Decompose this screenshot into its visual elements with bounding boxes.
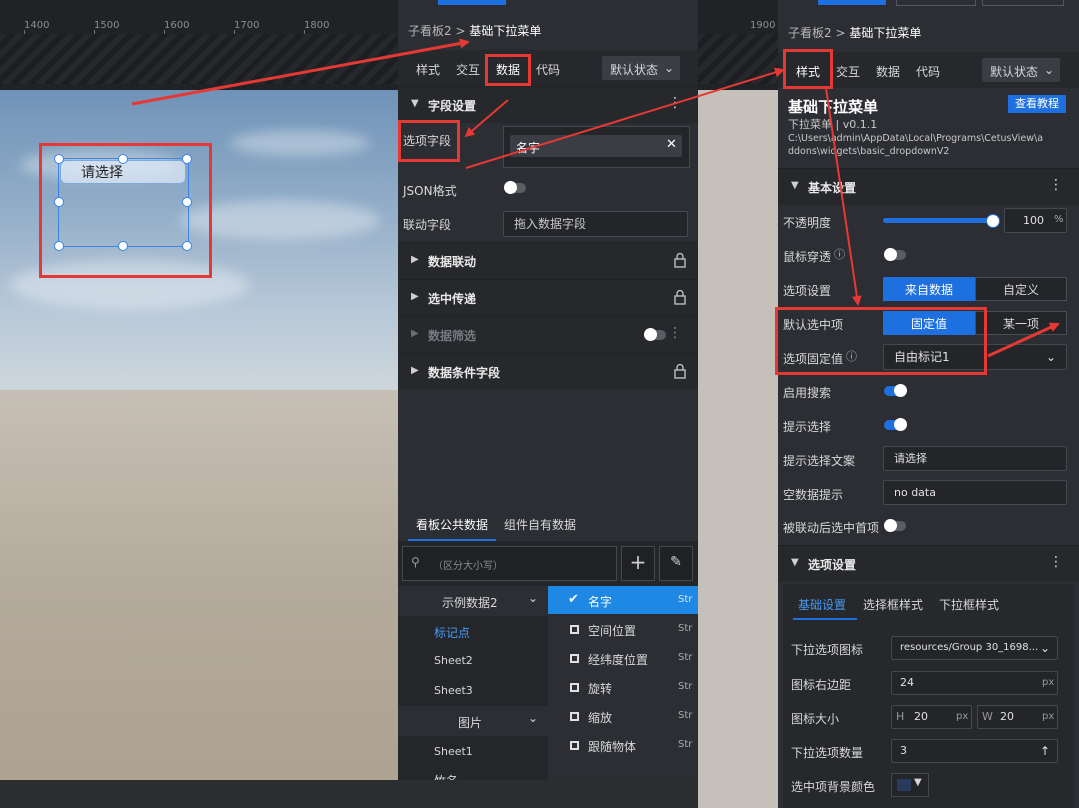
arrow-to-option-field [464,99,509,138]
arrow-to-style-tab [465,67,785,169]
arrow-to-fixed-value [987,322,1060,358]
arrow-to-data-tab [131,38,470,106]
arrow-to-default-select [825,87,862,306]
annotation-arrows [131,38,1060,358]
